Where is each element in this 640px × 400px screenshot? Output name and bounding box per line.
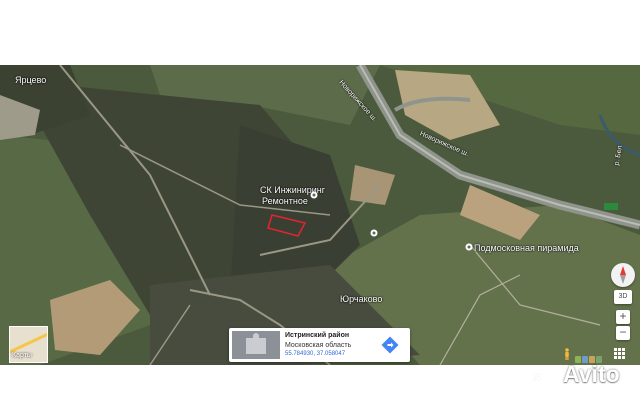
satellite-map[interactable]	[0, 65, 640, 365]
compass-button[interactable]	[611, 263, 635, 287]
place-info-card[interactable]: Истринский район Московская область 55.7…	[229, 328, 410, 362]
pyramid-pin-icon[interactable]	[465, 243, 473, 251]
sk-engineering-pin-icon[interactable]	[310, 191, 318, 199]
photo-strip[interactable]	[575, 350, 609, 363]
avito-logo-icon	[533, 373, 541, 381]
watermark-text: Avito	[563, 361, 620, 387]
map-label-repair: Ремонтное	[262, 196, 308, 206]
3d-toggle-button[interactable]: 3D	[614, 290, 632, 304]
thumbnail-building	[246, 338, 266, 354]
map-label-pyramid: Подмосковная пирамида	[474, 243, 579, 253]
satellite-imagery	[0, 65, 640, 365]
compass-icon	[620, 266, 626, 284]
place-region: Московская область	[285, 342, 352, 349]
map-label-yurchakovo: Юрчаково	[340, 294, 383, 304]
apps-grid-icon[interactable]	[614, 348, 625, 359]
top-blank-area	[0, 0, 640, 65]
place-title: Истринский район	[285, 332, 350, 339]
place-photo-thumbnail[interactable]	[232, 331, 280, 359]
map-label-yartsevo: Ярцево	[15, 75, 47, 85]
minimap-label: Карты	[12, 352, 32, 359]
place-coordinates[interactable]: 55.784930, 37.058047	[285, 351, 345, 357]
pegman-icon[interactable]	[563, 348, 571, 360]
zoom-out-button[interactable]: −	[616, 326, 630, 340]
zoom-in-button[interactable]: +	[616, 310, 630, 324]
directions-icon[interactable]	[381, 336, 399, 354]
field-pin-icon[interactable]	[370, 229, 378, 237]
